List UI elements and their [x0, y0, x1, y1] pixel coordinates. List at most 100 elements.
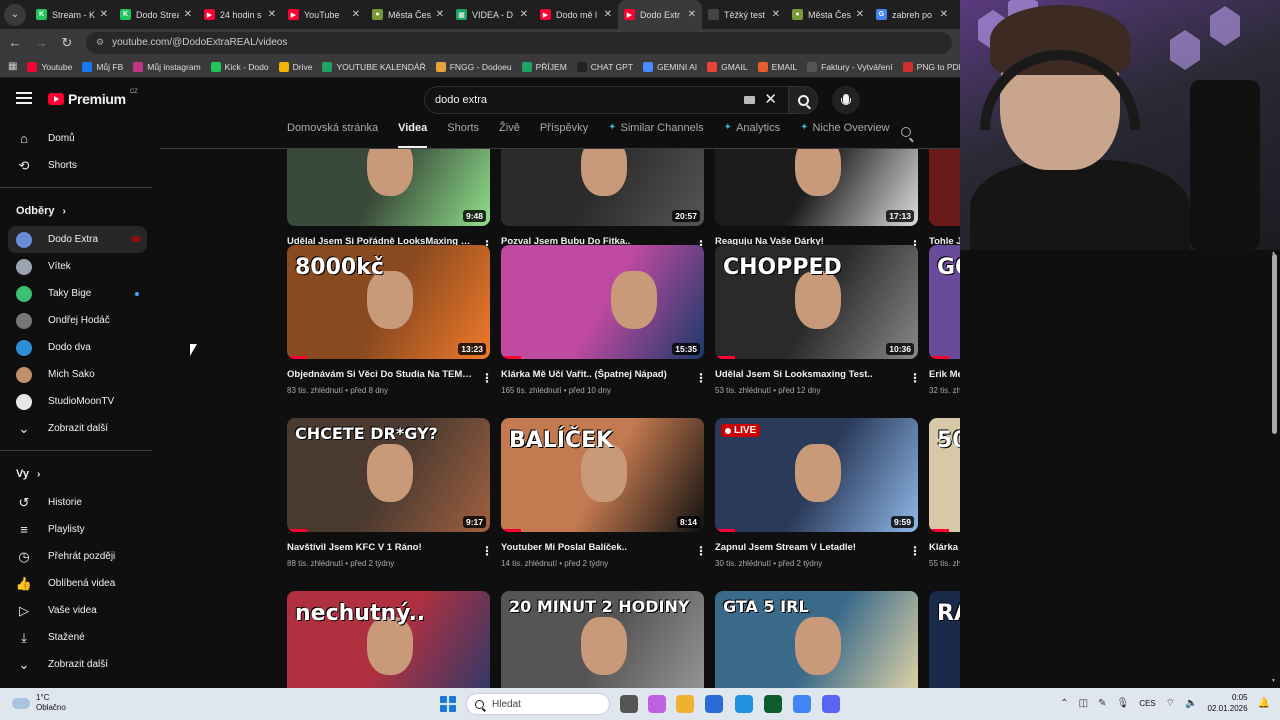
forward-icon[interactable]: →: [34, 35, 48, 50]
browser-tab[interactable]: ● Města Česk ✕: [786, 0, 870, 29]
reload-icon[interactable]: ↻: [60, 35, 74, 51]
sidebar-item[interactable]: ◷ Přehrát později: [0, 543, 147, 570]
bookmark-item[interactable]: CHAT GPT: [576, 61, 633, 72]
network-app-icon[interactable]: ◫: [1079, 698, 1088, 709]
browser-tab[interactable]: ● Města Česk ✕: [366, 0, 450, 29]
close-icon[interactable]: ✕: [352, 9, 360, 20]
bookmark-item[interactable]: EMAIL: [757, 61, 797, 72]
microphone-icon[interactable]: 🎙: [1116, 698, 1129, 709]
bookmark-item[interactable]: Faktury - Vytváření: [807, 61, 893, 72]
channel-tab[interactable]: ✦ Analytics: [724, 122, 780, 148]
taskbar-app-icon[interactable]: [620, 695, 638, 713]
video-title[interactable]: Navštívil Jsem KFC V 1 Ráno!: [287, 542, 473, 554]
taskbar-app-icon[interactable]: [676, 695, 694, 713]
browser-tab[interactable]: ▶ Dodo Extr ✕: [618, 0, 702, 29]
channel-tab[interactable]: Příspěvky: [540, 122, 588, 148]
video-thumbnail[interactable]: 20 MINUT 2 HODINY: [501, 591, 704, 688]
more-options-icon[interactable]: [481, 544, 493, 558]
search-input[interactable]: dodo extra ✕: [424, 86, 790, 114]
sidebar-item[interactable]: StudioMoonTV: [0, 388, 147, 415]
video-thumbnail[interactable]: 20:57: [501, 149, 704, 226]
clear-search-icon[interactable]: ✕: [764, 90, 777, 108]
video-thumbnail[interactable]: nechutný..: [287, 591, 490, 688]
channel-search-icon[interactable]: [901, 127, 911, 137]
chevron-up-icon[interactable]: ⌃: [1060, 698, 1068, 709]
video-card[interactable]: 50.000kč8:01 Klárka Si Vybírá Kam Chce Na…: [929, 418, 960, 568]
channel-tab[interactable]: Videa: [398, 122, 428, 148]
taskbar-app-icon[interactable]: [735, 695, 753, 713]
video-card[interactable]: GTA 5 IRL: [715, 591, 918, 688]
close-icon[interactable]: ✕: [100, 9, 108, 20]
notification-bell-icon[interactable]: 🔔: [1258, 698, 1270, 709]
close-icon[interactable]: ✕: [688, 9, 696, 20]
taskbar-app-icon[interactable]: [793, 695, 811, 713]
video-card[interactable]: CHCETE DR*GY? 9:17 Navštívil Jsem KFC V 1 …: [287, 418, 493, 568]
close-icon[interactable]: ✕: [268, 9, 276, 20]
taskbar-app-icon[interactable]: [822, 695, 840, 713]
close-icon[interactable]: ✕: [436, 9, 444, 20]
sidebar-item[interactable]: ≡ Playlisty: [0, 516, 147, 543]
video-thumbnail[interactable]: GTA 5 IRL: [715, 591, 918, 688]
sidebar-item[interactable]: Dodo Extra: [8, 226, 147, 253]
wifi-icon[interactable]: ⌔: [1166, 697, 1175, 710]
more-options-icon[interactable]: [481, 371, 493, 385]
video-card[interactable]: LIVE 9:59 Zapnul Jsem Stream V Letadle! 30 …: [715, 418, 921, 568]
video-thumbnail[interactable]: RAPPER?: [929, 591, 960, 688]
youtube-logo[interactable]: Premium CZ: [48, 89, 138, 107]
sidebar-item[interactable]: Ondřej Hodáč: [0, 307, 147, 334]
subscriptions-heading[interactable]: Odběry ›: [0, 196, 155, 226]
sidebar-item[interactable]: ⌂ Domů: [0, 125, 147, 152]
tab-search-icon[interactable]: ⌄: [4, 3, 26, 26]
channel-tab[interactable]: Shorts: [447, 122, 479, 148]
video-thumbnail[interactable]: 17:13: [715, 149, 918, 226]
browser-tab[interactable]: ▶ 24 hodin s ✕: [198, 0, 282, 29]
video-title[interactable]: Udělal Jsem Si Looksmaxing Test..: [715, 369, 901, 381]
video-card[interactable]: RAPPER?: [929, 591, 960, 688]
site-info-icon[interactable]: ⚙: [96, 37, 104, 48]
scroll-up-icon[interactable]: ▲: [1271, 250, 1276, 256]
browser-tab[interactable]: K Stream - K ✕: [30, 0, 114, 29]
channel-tab[interactable]: Živě: [499, 122, 520, 148]
video-card[interactable]: 8000kč 13:23 Objednávám Si Věci Do Studia …: [287, 245, 493, 395]
browser-tab[interactable]: ▶ YouTube ✕: [282, 0, 366, 29]
language-indicator[interactable]: CES: [1139, 699, 1155, 708]
video-title[interactable]: Erik Meldik Mi Poslal Jeho Nový Drink!: [929, 369, 960, 381]
video-title[interactable]: Klárka Si Vybírá Kam Chce Na Rande!: [929, 542, 960, 554]
taskbar-app-icon[interactable]: [764, 695, 782, 713]
you-heading[interactable]: Vy ›: [0, 459, 155, 489]
channel-tab[interactable]: ✦ Niche Overview: [800, 122, 889, 148]
bookmark-item[interactable]: Můj instagram: [133, 61, 201, 72]
video-thumbnail[interactable]: 8000kč 13:23: [287, 245, 490, 359]
taskbar-app-icon[interactable]: [648, 695, 666, 713]
scrollbar-thumb[interactable]: [1272, 254, 1277, 434]
apps-grid-icon[interactable]: ▦: [8, 61, 17, 72]
bookmark-item[interactable]: PŘÍJEM: [521, 61, 567, 72]
browser-tab[interactable]: ▶ Dodo mě l ✕: [534, 0, 618, 29]
menu-icon[interactable]: [16, 92, 32, 104]
video-card[interactable]: nechutný..: [287, 591, 490, 688]
windows-start-icon[interactable]: [440, 696, 456, 712]
bookmark-item[interactable]: PNG to PDF: [902, 61, 960, 72]
taskbar-app-icon[interactable]: [705, 695, 723, 713]
sidebar-item[interactable]: ⟲ Shorts: [0, 152, 147, 179]
video-card[interactable]: 15:35 Klárka Mě Učí Vařit.. (Špatnej Nápa…: [501, 245, 707, 395]
video-thumbnail[interactable]: [929, 149, 960, 226]
search-button[interactable]: [788, 86, 818, 114]
back-icon[interactable]: ←: [8, 35, 22, 50]
voice-search-button[interactable]: [832, 86, 860, 114]
video-thumbnail[interactable]: CHCETE DR*GY? 9:17: [287, 418, 490, 532]
video-thumbnail[interactable]: 9:48: [287, 149, 490, 226]
video-card[interactable]: BALÍČEK 8:14 Youtuber Mi Poslal Balíček.. 1…: [501, 418, 707, 568]
bookmark-item[interactable]: GMAIL: [707, 61, 748, 72]
video-thumbnail[interactable]: LIVE 9:59: [715, 418, 918, 532]
bookmark-item[interactable]: GEMINI AI: [642, 61, 697, 72]
sidebar-item[interactable]: Dodo dva: [0, 334, 147, 361]
close-icon[interactable]: ✕: [856, 9, 864, 20]
close-icon[interactable]: ✕: [940, 9, 948, 20]
bookmark-item[interactable]: Můj FB: [82, 61, 123, 72]
more-options-icon[interactable]: [909, 371, 921, 385]
volume-icon[interactable]: 🔈: [1185, 698, 1197, 709]
channel-tab[interactable]: Domovská stránka: [287, 122, 378, 148]
bookmark-item[interactable]: Kick - Dodo: [210, 61, 269, 72]
close-icon[interactable]: ✕: [520, 9, 528, 20]
